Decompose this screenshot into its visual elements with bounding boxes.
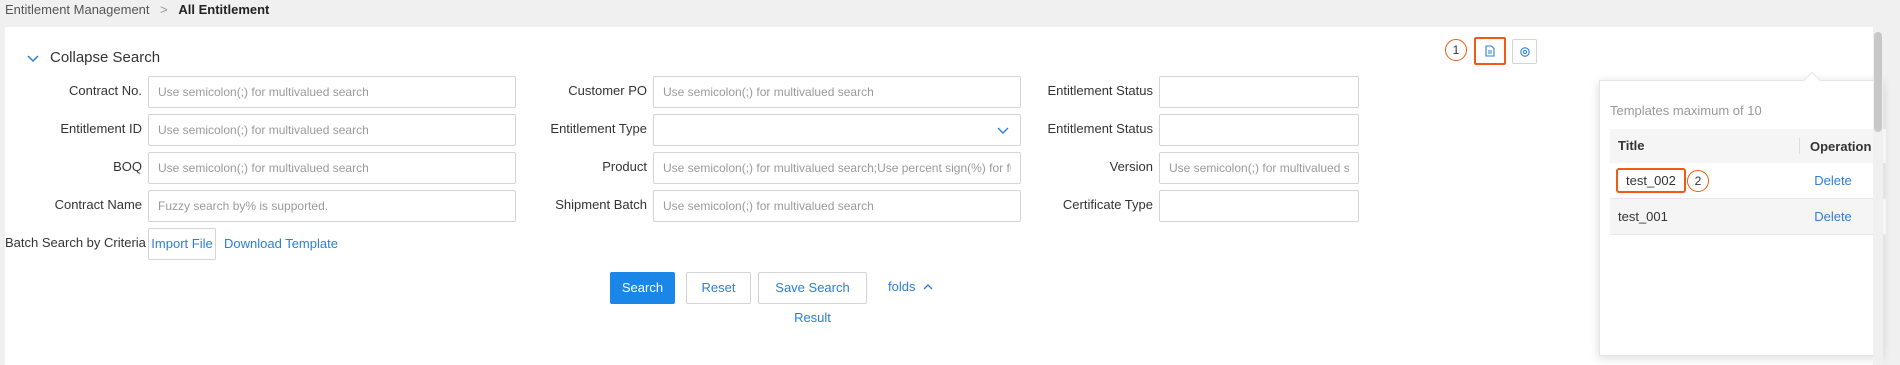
template-title[interactable]: test_002	[1616, 168, 1686, 193]
entitlement-status-2-select[interactable]	[1159, 114, 1359, 146]
contract-no-input[interactable]	[148, 76, 516, 108]
entitlement-type-select[interactable]	[653, 114, 1021, 146]
shipment-batch-label: Shipment Batch	[555, 197, 647, 212]
templates-popover: Templates maximum of 10 Title Operation …	[1599, 71, 1886, 356]
collapse-search-toggle[interactable]: Collapse Search	[25, 49, 160, 66]
entitlement-status-label: Entitlement Status	[1047, 83, 1154, 98]
folds-label: folds	[888, 279, 916, 294]
import-file-button[interactable]: Import File	[148, 228, 216, 260]
entitlement-id-input[interactable]	[148, 114, 516, 146]
document-icon	[1485, 45, 1495, 57]
callout-marker-2: 2	[1687, 170, 1709, 192]
column-header-title: Title	[1610, 138, 1800, 154]
chevron-down-icon	[27, 54, 39, 62]
version-label: Version	[1109, 159, 1153, 174]
shipment-batch-input[interactable]	[653, 190, 1021, 222]
breadcrumb: Entitlement Management > All Entitlement	[5, 2, 269, 17]
templates-popover-title: Templates maximum of 10	[1610, 103, 1762, 118]
download-template-link[interactable]: Download Template	[224, 236, 338, 251]
certificate-type-select[interactable]	[1159, 190, 1359, 222]
version-input[interactable]	[1159, 152, 1359, 184]
settings-button[interactable]	[1512, 39, 1537, 64]
batch-search-label: Batch Search by Criteria	[5, 235, 146, 250]
customer-po-input[interactable]	[653, 76, 1021, 108]
folds-toggle[interactable]: folds	[888, 279, 933, 294]
callout-marker-1: 1	[1445, 39, 1467, 61]
template-button[interactable]	[1474, 37, 1506, 65]
entitlement-status-2-label: Entitlement Status	[1047, 121, 1154, 136]
breadcrumb-current: All Entitlement	[178, 2, 270, 17]
entitlement-id-label: Entitlement ID	[60, 121, 142, 136]
product-label: Product	[602, 159, 647, 174]
entitlement-type-label: Entitlement Type	[550, 121, 647, 136]
table-row[interactable]: test_002 2 Delete	[1610, 163, 1886, 199]
scrollbar-thumb[interactable]	[1874, 32, 1882, 132]
certificate-type-label: Certificate Type	[1062, 197, 1153, 212]
boq-label: BOQ	[113, 159, 142, 174]
vertical-scrollbar[interactable]	[1873, 26, 1883, 365]
breadcrumb-separator: >	[160, 2, 168, 17]
product-input[interactable]	[653, 152, 1021, 184]
templates-table: Title Operation test_002 2 Delete test_0…	[1610, 129, 1886, 235]
customer-po-label: Customer PO	[568, 83, 647, 98]
entitlement-status-select[interactable]	[1159, 76, 1359, 108]
search-button[interactable]: Search	[610, 272, 675, 304]
boq-input[interactable]	[148, 152, 516, 184]
reset-button[interactable]: Reset	[686, 272, 751, 304]
collapse-search-label: Collapse Search	[50, 49, 161, 66]
contract-name-label: Contract Name	[54, 197, 142, 212]
contract-name-input[interactable]	[148, 190, 516, 222]
breadcrumb-parent[interactable]: Entitlement Management	[5, 2, 150, 17]
templates-table-header: Title Operation	[1610, 129, 1886, 163]
contract-no-label: Contract No.	[69, 83, 142, 98]
template-title[interactable]: test_001	[1610, 209, 1800, 224]
gear-icon	[1519, 46, 1530, 57]
table-row[interactable]: test_001 Delete	[1610, 199, 1886, 235]
save-search-result-button[interactable]: Save Search Result	[758, 272, 867, 325]
chevron-up-icon	[924, 283, 933, 289]
